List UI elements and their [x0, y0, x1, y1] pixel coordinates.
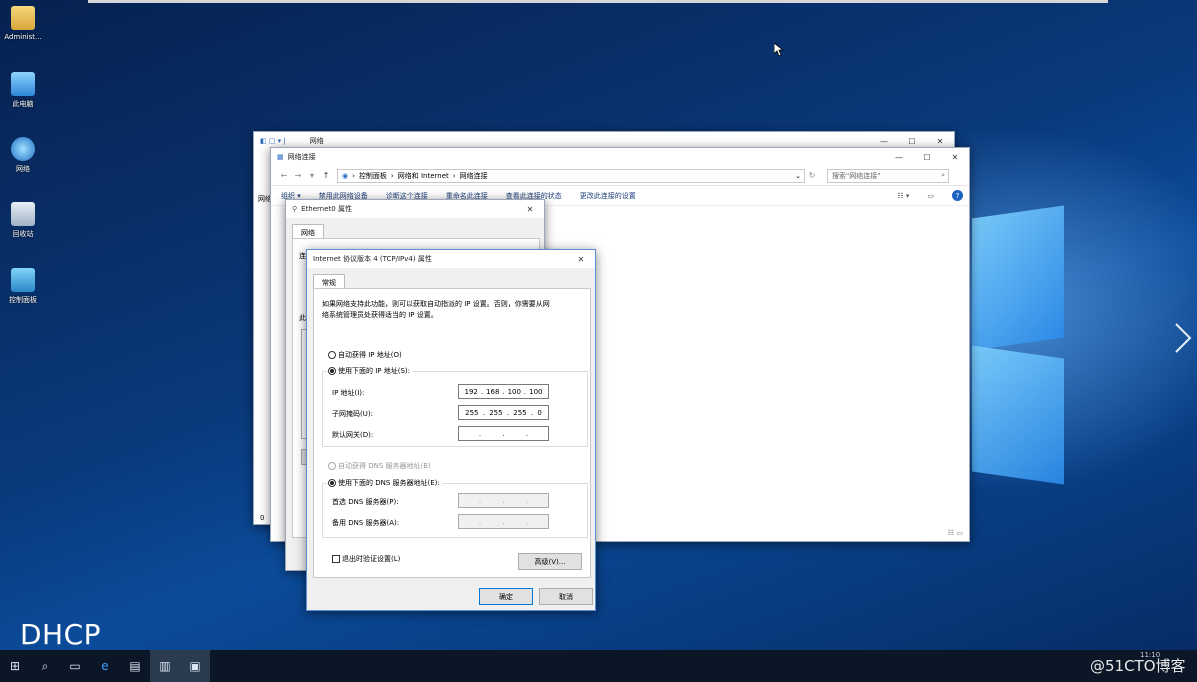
- close-button[interactable]: ✕: [567, 255, 595, 264]
- manual-dns-group: [322, 483, 588, 538]
- recent-locations-icon[interactable]: ▾: [305, 171, 319, 180]
- network-connections-titlebar[interactable]: ▦ 网络连接 — ☐ ✕: [271, 148, 969, 166]
- alternate-dns-field[interactable]: ...: [458, 514, 549, 529]
- taskbar: ⊞ ⌕ ▭ e ▤ ▥ ▣: [0, 650, 1197, 682]
- search-icon: ⌕: [941, 171, 945, 179]
- ip-address-label: IP 地址(I):: [332, 389, 365, 397]
- address-bar[interactable]: ◉ › 控制面板 › 网络和 Internet › 网络连接 ⌄: [337, 168, 805, 183]
- preferred-dns-field[interactable]: ...: [458, 493, 549, 508]
- ok-button[interactable]: 确定: [479, 588, 533, 605]
- gateway-field[interactable]: ...: [458, 426, 549, 441]
- desktop-icon-control-panel[interactable]: 控制面板: [0, 268, 46, 305]
- view-toggle-icons[interactable]: ☷ ▭: [948, 529, 963, 537]
- refresh-icon[interactable]: ↻: [805, 171, 819, 180]
- task-view-icon[interactable]: ▭: [60, 650, 90, 682]
- address-dropdown-icon[interactable]: ⌄: [795, 172, 804, 180]
- next-slide-arrow-icon[interactable]: [1170, 320, 1194, 356]
- file-explorer-icon[interactable]: ▤: [120, 650, 150, 682]
- quick-access-icons: ◧ ▢ ▾ |: [260, 137, 286, 145]
- description-line-1: 如果网络支持此功能，则可以获取自动指派的 IP 设置。否则，你需要从网: [322, 300, 550, 308]
- start-windows-icon[interactable]: ⊞: [0, 650, 30, 682]
- maximize-button[interactable]: ☐: [898, 137, 926, 146]
- breadcrumb-network-internet[interactable]: 网络和 Internet: [398, 171, 449, 181]
- control-panel-small-icon: ◉: [342, 171, 349, 180]
- validate-settings-option[interactable]: 退出时验证设置(L): [332, 554, 400, 564]
- breadcrumb-network-connections[interactable]: 网络连接: [460, 171, 488, 181]
- preview-pane-icon[interactable]: ▭: [927, 192, 934, 200]
- mouse-cursor-icon: [774, 43, 784, 57]
- site-watermark: @51CTO博客: [1090, 657, 1186, 675]
- ethernet-items-label: 此: [299, 314, 306, 322]
- maximize-button[interactable]: ☐: [913, 153, 941, 162]
- up-arrow-icon[interactable]: ↑: [319, 171, 333, 180]
- computer-icon: [11, 72, 35, 96]
- search-icon[interactable]: ⌕: [30, 650, 60, 682]
- desktop-icon-recycle-bin[interactable]: 回收站: [0, 202, 46, 239]
- radio-auto-dns: [328, 462, 336, 470]
- minimize-button[interactable]: —: [885, 153, 913, 162]
- cancel-button[interactable]: 取消: [539, 588, 593, 605]
- ethernet-titlebar[interactable]: ⚲ Ethernet0 属性 ✕: [286, 200, 544, 218]
- windows-logo-pane: [972, 205, 1064, 351]
- view-options-icon[interactable]: ☷ ▾: [897, 192, 909, 200]
- manual-dns-option[interactable]: 使用下面的 DNS 服务器地址(E):: [328, 478, 442, 488]
- close-button[interactable]: ✕: [516, 205, 544, 214]
- gateway-label: 默认网关(D):: [332, 431, 374, 439]
- desktop-icon-this-pc[interactable]: 此电脑: [0, 72, 46, 109]
- windows-logo-pane: [972, 345, 1064, 485]
- cmd-change-settings[interactable]: 更改此连接的设置: [580, 191, 636, 201]
- help-icon[interactable]: ?: [952, 190, 963, 201]
- validate-checkbox[interactable]: [332, 555, 340, 563]
- video-caption: DHCP: [20, 618, 102, 651]
- manual-ip-option[interactable]: 使用下面的 IP 地址(S):: [328, 366, 412, 376]
- user-folder-icon: [11, 6, 35, 30]
- network-connections-taskbar-icon[interactable]: ▣: [180, 650, 210, 682]
- auto-ip-option[interactable]: 自动获得 IP 地址(O): [328, 350, 402, 360]
- ip-address-field[interactable]: 192. 168. 100. 100: [458, 384, 549, 399]
- desktop-icon-administrator[interactable]: Administ...: [0, 6, 46, 41]
- forward-arrow-icon[interactable]: →: [291, 171, 305, 180]
- preferred-dns-label: 首选 DNS 服务器(P):: [332, 498, 399, 506]
- radio-manual-ip[interactable]: [328, 367, 336, 375]
- tcp-titlebar[interactable]: Internet 协议版本 4 (TCP/IPv4) 属性 ✕: [307, 250, 595, 268]
- network-window-count: 0: [260, 514, 265, 522]
- control-panel-icon: [11, 268, 35, 292]
- server-manager-icon[interactable]: ▥: [150, 650, 180, 682]
- search-input[interactable]: 搜索"网络连接" ⌕: [827, 168, 949, 183]
- tcpipv4-properties-dialog[interactable]: Internet 协议版本 4 (TCP/IPv4) 属性 ✕ 常规 如果网络支…: [306, 249, 596, 611]
- back-arrow-icon[interactable]: ←: [277, 171, 291, 180]
- close-button[interactable]: ✕: [941, 153, 969, 162]
- network-connections-icon: ▦: [277, 153, 284, 161]
- internet-explorer-icon[interactable]: e: [90, 650, 120, 682]
- minimize-button[interactable]: —: [870, 137, 898, 146]
- close-button[interactable]: ✕: [926, 137, 954, 146]
- subnet-mask-label: 子网掩码(U):: [332, 410, 373, 418]
- subnet-mask-field[interactable]: 255. 255. 255. 0: [458, 405, 549, 420]
- advanced-button[interactable]: 高级(V)...: [518, 553, 582, 570]
- auto-dns-option: 自动获得 DNS 服务器地址(B): [328, 461, 431, 471]
- general-panel: 如果网络支持此功能，则可以获取自动指派的 IP 设置。否则，你需要从网 络系统管…: [313, 288, 591, 578]
- recycle-bin-icon: [11, 202, 35, 226]
- ethernet-connect-using-label: 连: [299, 252, 306, 260]
- description-line-2: 络系统管理员处获得适当的 IP 设置。: [322, 311, 438, 319]
- background-window-edge: [88, 0, 1108, 3]
- network-globe-icon: [11, 137, 35, 161]
- adapter-icon: ⚲: [292, 205, 298, 213]
- radio-auto-ip[interactable]: [328, 351, 336, 359]
- breadcrumb-control-panel[interactable]: 控制面板: [359, 171, 387, 181]
- desktop-icon-network[interactable]: 网络: [0, 137, 46, 174]
- alternate-dns-label: 备用 DNS 服务器(A):: [332, 519, 400, 527]
- radio-manual-dns[interactable]: [328, 479, 336, 487]
- address-row: ← → ▾ ↑ ◉ › 控制面板 › 网络和 Internet › 网络连接 ⌄…: [271, 166, 969, 186]
